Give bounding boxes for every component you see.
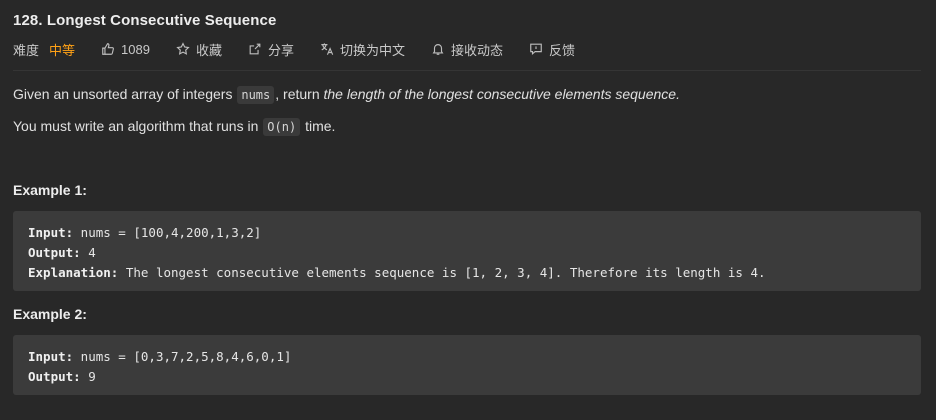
input-value: nums = [0,3,7,2,5,8,4,6,0,1] [73,349,292,364]
input-value: nums = [100,4,200,1,3,2] [73,225,262,240]
star-icon [176,42,190,55]
notify-label: 接收动态 [451,42,504,58]
input-label: Input: [28,225,74,240]
example-1-input-line: Input: nums = [100,4,200,1,3,2] [28,223,906,243]
explanation-label: Explanation: [28,265,119,280]
inline-code-nums: nums [237,86,275,104]
feedback-button[interactable]: 反馈 [529,40,575,59]
header-divider [13,70,921,71]
example-2-codeblock: Input: nums = [0,3,7,2,5,8,4,6,0,1] Outp… [13,335,921,395]
share-label: 分享 [267,42,294,58]
text: You must write an algorithm that runs in [13,118,263,134]
example-2-output-line: Output: 9 [28,367,906,387]
notify-button[interactable]: 接收动态 [431,40,503,59]
example-1-codeblock: Input: nums = [100,4,200,1,3,2] Output: … [13,211,921,291]
favorite-button[interactable]: 收藏 [176,40,222,59]
description-paragraph-1: Given an unsorted array of integers nums… [13,86,680,104]
text: time. [301,118,336,134]
example-1-explanation-line: Explanation: The longest consecutive ele… [28,263,906,283]
switch-language-button[interactable]: 切换为中文 [320,40,405,59]
example-1-output-line: Output: 4 [28,243,906,263]
example-1-heading: Example 1: [13,182,87,198]
difficulty-value: 中等 [49,42,76,58]
output-value: 4 [80,245,96,260]
inline-code-complexity: O(n) [263,118,301,136]
favorite-label: 收藏 [195,42,222,58]
difficulty-label: 难度 [13,42,40,58]
output-value: 9 [80,369,96,384]
emphasis-text: the length of the longest consecutive el… [323,86,680,102]
problem-meta-bar: 难度 中等 1089 收藏 分享 切换为中文 接收动态 反馈 [13,40,601,58]
like-count: 1089 [121,41,150,57]
example-2-input-line: Input: nums = [0,3,7,2,5,8,4,6,0,1] [28,347,906,367]
text: , return [275,86,324,102]
explanation-value: The longest consecutive elements sequenc… [118,265,766,280]
share-icon [249,43,261,55]
translate-icon [321,43,334,55]
description-paragraph-2: You must write an algorithm that runs in… [13,118,336,136]
feedback-icon [530,43,542,56]
example-2-heading: Example 2: [13,306,87,322]
text: Given an unsorted array of integers [13,86,237,102]
input-label: Input: [28,349,74,364]
output-label: Output: [28,369,81,384]
bell-icon [432,44,444,55]
problem-page: 128. Longest Consecutive Sequence 难度 中等 … [0,0,936,420]
problem-title: 128. Longest Consecutive Sequence [13,12,277,29]
like-button[interactable]: 1089 [101,42,150,57]
output-label: Output: [28,245,81,260]
thumbs-up-icon [102,43,114,55]
switch-language-label: 切换为中文 [339,42,405,58]
feedback-label: 反馈 [549,42,576,58]
share-button[interactable]: 分享 [248,40,294,59]
